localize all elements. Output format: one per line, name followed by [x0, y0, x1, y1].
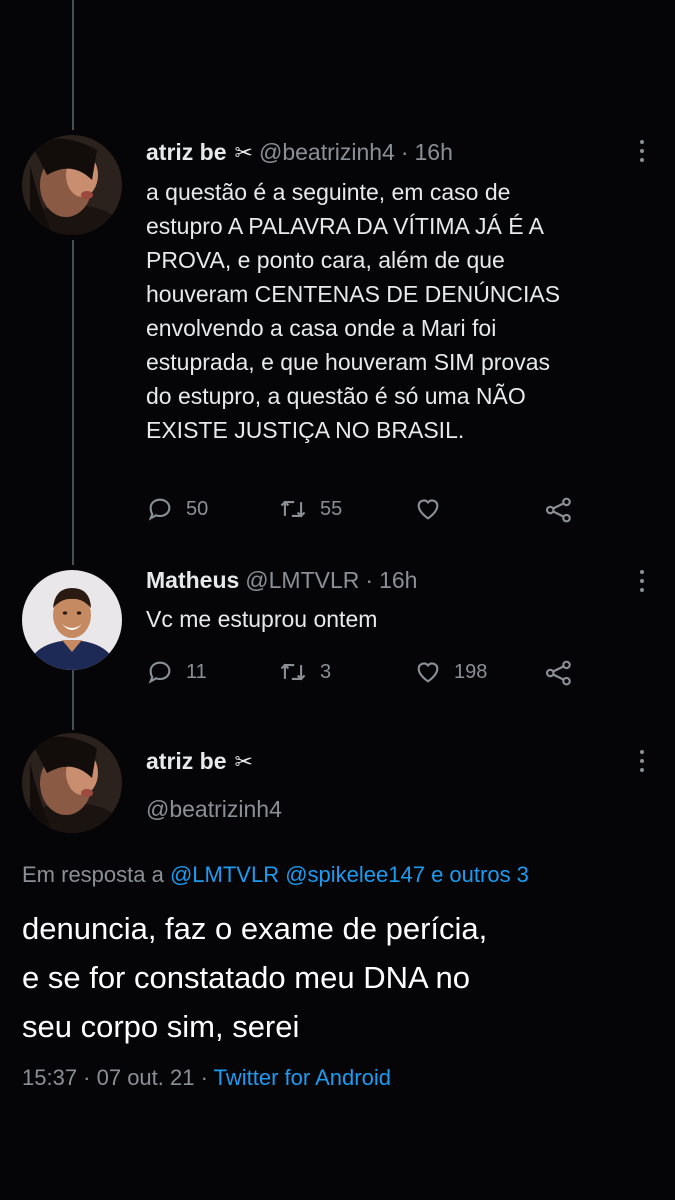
tweet-text-line: e se for constatado meu DNA no [22, 960, 471, 995]
separator: · [365, 567, 374, 593]
display-name[interactable]: atriz be [146, 139, 227, 166]
tweet-lmtvlr[interactable]: Matheus @LMTVLR · 16h Vc me estuprou ont… [0, 560, 675, 710]
tweet-header: Matheus @LMTVLR · 16h [146, 567, 417, 594]
retweet-icon [280, 663, 306, 681]
reply-button[interactable]: 11 [146, 658, 207, 686]
heart-icon [417, 499, 439, 520]
reply-count: 50 [186, 497, 209, 520]
separator: · [400, 139, 409, 165]
share-icon [545, 497, 571, 523]
tweet-text-line: estupro A PALAVRA DA VÍTIMA JÁ É A [146, 213, 545, 239]
avatar-photo [22, 733, 122, 833]
tweet-timestamp[interactable]: 15:37 · 07 out. 21 [22, 1065, 194, 1090]
tweet-text-line: a questão é a seguinte, em caso de [146, 179, 511, 205]
tweet-beatrizinh4[interactable]: atriz be ✂ @beatrizinh4 · 16h a questão … [0, 0, 675, 540]
reply-icon [148, 661, 171, 684]
scissors-icon: ✂ [234, 140, 253, 165]
avatar[interactable] [22, 570, 122, 670]
reply-prefix: Em resposta a [22, 862, 164, 887]
twitter-thread-screen: atriz be ✂ @beatrizinh4 · 16h a questão … [0, 0, 675, 1200]
tweet-text-line: estuprada, e que houveram SIM provas [146, 349, 551, 375]
user-handle[interactable]: @beatrizinh4 [259, 139, 395, 166]
tweet-text-line: PROVA, e ponto cara, além de que [146, 247, 505, 273]
reply-context: Em resposta a @LMTVLR @spikelee147 e out… [22, 862, 529, 888]
retweet-count: 3 [320, 660, 332, 683]
avatar[interactable] [22, 733, 122, 833]
display-name[interactable]: Matheus [146, 567, 239, 594]
tweet-text: a questão é a seguinte, em caso de estup… [146, 175, 646, 447]
scissors-icon: ✂ [234, 749, 253, 774]
user-handle[interactable]: @beatrizinh4 [146, 796, 282, 823]
like-button[interactable]: 198 [414, 658, 487, 686]
user-handle[interactable]: @LMTVLR [245, 567, 359, 594]
tweet-text: denuncia, faz o exame de perícia, e se f… [22, 904, 662, 1051]
avatar-photo [22, 135, 122, 235]
retweet-button[interactable]: 3 [278, 658, 331, 686]
reply-mentions-link[interactable]: @LMTVLR @spikelee147 e outros 3 [170, 862, 529, 887]
tweet-author-handle: @beatrizinh4 [146, 796, 282, 823]
tweet-time[interactable]: 16h [415, 139, 453, 166]
like-button[interactable] [414, 495, 454, 523]
heart-icon [417, 662, 439, 683]
reply-icon [148, 498, 171, 521]
reply-button[interactable]: 50 [146, 495, 208, 523]
tweet-text-line: houveram CENTENAS DE DENÚNCIAS [146, 281, 561, 307]
tweet-actions: 11 3 198 [146, 658, 646, 688]
retweet-button[interactable]: 55 [278, 495, 342, 523]
tweet-time[interactable]: 16h [379, 567, 417, 594]
more-options-icon[interactable] [639, 140, 645, 164]
tweet-author-name: atriz be ✂ [146, 748, 253, 775]
display-name[interactable]: atriz be [146, 748, 227, 775]
more-options-icon[interactable] [639, 570, 645, 594]
meta-separator: · [200, 1065, 208, 1090]
tweet-text: Vc me estuprou ontem [146, 602, 646, 636]
tweet-text-line: denuncia, faz o exame de perícia, [22, 911, 488, 946]
tweet-header: atriz be ✂ @beatrizinh4 · 16h [146, 139, 453, 166]
tweet-text-line: seu corpo sim, serei [22, 1009, 300, 1044]
tweet-actions: 50 55 [146, 495, 646, 525]
tweet-text-line: Vc me estuprou ontem [146, 606, 378, 632]
retweet-count: 55 [320, 497, 343, 520]
tweet-text-line: EXISTE JUSTIÇA NO BRASIL. [146, 417, 465, 443]
share-button[interactable] [544, 495, 586, 525]
share-button[interactable] [544, 658, 586, 688]
like-count: 198 [454, 660, 488, 683]
share-icon [545, 660, 571, 686]
avatar[interactable] [22, 135, 122, 235]
reply-count: 11 [186, 660, 207, 683]
tweet-text-line: envolvendo a casa onde a Mari foi [146, 315, 497, 341]
tweet-meta: 15:37 · 07 out. 21 · Twitter for Android [22, 1065, 391, 1091]
avatar-photo [22, 570, 122, 670]
more-options-icon[interactable] [639, 750, 645, 774]
retweet-icon [280, 500, 306, 518]
tweet-text-line: do estupro, a questão é só uma NÃO [146, 383, 526, 409]
tweet-source-link[interactable]: Twitter for Android [214, 1065, 391, 1090]
